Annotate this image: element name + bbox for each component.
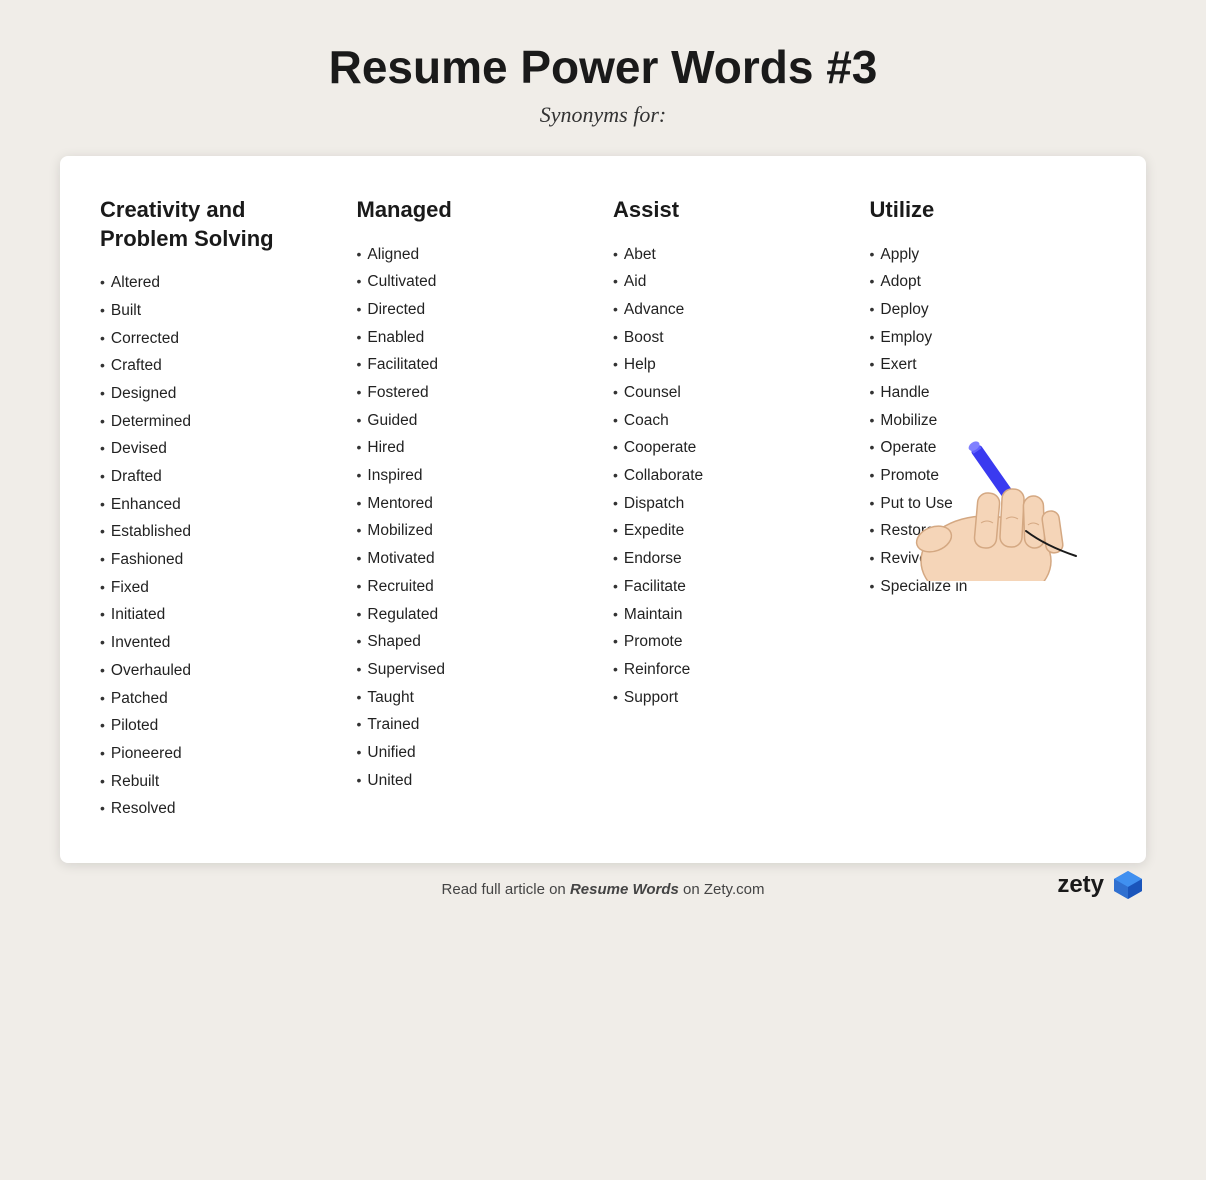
word-list-creativity: Altered Built Corrected Crafted Designed…: [100, 269, 337, 823]
list-item: Dispatch: [613, 490, 850, 518]
list-item: Collaborate: [613, 462, 850, 490]
word-list-managed: Aligned Cultivated Directed Enabled Faci…: [357, 241, 594, 795]
list-item: Cultivated: [357, 268, 594, 296]
list-item: Boost: [613, 324, 850, 352]
list-item: Advance: [613, 296, 850, 324]
list-item: Overhauled: [100, 657, 337, 685]
list-item: Resolved: [100, 795, 337, 823]
list-item: Invented: [100, 629, 337, 657]
list-item: Directed: [357, 296, 594, 324]
list-item: Guided: [357, 407, 594, 435]
list-item: Built: [100, 297, 337, 325]
list-item: Pioneered: [100, 740, 337, 768]
list-item: Aligned: [357, 241, 594, 269]
list-item: Support: [613, 684, 850, 712]
list-item: Abet: [613, 241, 850, 269]
list-item: Mobilized: [357, 517, 594, 545]
list-item: Initiated: [100, 601, 337, 629]
list-item: Supervised: [357, 656, 594, 684]
list-item: Facilitated: [357, 351, 594, 379]
content-card: Creativity andProblem Solving Altered Bu…: [60, 156, 1146, 863]
list-item: Employ: [870, 324, 1107, 352]
list-item: Rebuilt: [100, 768, 337, 796]
list-item: Recruited: [357, 573, 594, 601]
zety-logo: zety: [1057, 867, 1146, 903]
list-item: Trained: [357, 711, 594, 739]
list-item: Corrected: [100, 325, 337, 353]
list-item: Apply: [870, 241, 1107, 269]
col-header-creativity: Creativity andProblem Solving: [100, 196, 280, 253]
list-item: Patched: [100, 685, 337, 713]
word-list-assist: Abet Aid Advance Boost Help Counsel Coac…: [613, 241, 850, 712]
list-item: Expedite: [613, 517, 850, 545]
page-title: Resume Power Words #3: [329, 40, 878, 94]
column-managed: Managed Aligned Cultivated Directed Enab…: [357, 196, 614, 794]
col-header-utilize: Utilize: [870, 196, 1107, 225]
list-item: Cooperate: [613, 434, 850, 462]
column-utilize: Utilize Apply Adopt Deploy Employ Exert …: [870, 196, 1107, 601]
zety-text: zety: [1057, 871, 1104, 899]
page-subtitle: Synonyms for:: [540, 102, 666, 128]
list-item: Altered: [100, 269, 337, 297]
list-item: Promote: [613, 628, 850, 656]
list-item: Deploy: [870, 296, 1107, 324]
list-item: Facilitate: [613, 573, 850, 601]
list-item: Fostered: [357, 379, 594, 407]
list-item: Hired: [357, 434, 594, 462]
footer-text: Read full article on Resume Words on Zet…: [442, 881, 765, 898]
list-item: Crafted: [100, 352, 337, 380]
list-item: Endorse: [613, 545, 850, 573]
list-item: Inspired: [357, 462, 594, 490]
list-item: Exert: [870, 351, 1107, 379]
column-assist: Assist Abet Aid Advance Boost Help Couns…: [613, 196, 870, 711]
col-header-assist: Assist: [613, 196, 850, 225]
list-item: Adopt: [870, 268, 1107, 296]
list-item: Enabled: [357, 324, 594, 352]
zety-cube-icon: [1110, 867, 1146, 903]
list-item: Unified: [357, 739, 594, 767]
footer-bar: Read full article on Resume Words on Zet…: [60, 881, 1146, 898]
list-item: Established: [100, 518, 337, 546]
list-item: Reinforce: [613, 656, 850, 684]
hand-illustration: [866, 401, 1086, 581]
list-item: Maintain: [613, 601, 850, 629]
list-item: Fixed: [100, 574, 337, 602]
list-item: Devised: [100, 435, 337, 463]
list-item: Coach: [613, 407, 850, 435]
list-item: United: [357, 767, 594, 795]
list-item: Determined: [100, 408, 337, 436]
list-item: Taught: [357, 684, 594, 712]
list-item: Mentored: [357, 490, 594, 518]
column-creativity: Creativity andProblem Solving Altered Bu…: [100, 196, 357, 823]
list-item: Fashioned: [100, 546, 337, 574]
list-item: Designed: [100, 380, 337, 408]
col-header-managed: Managed: [357, 196, 594, 225]
list-item: Counsel: [613, 379, 850, 407]
list-item: Enhanced: [100, 491, 337, 519]
hand-pen-svg: [866, 401, 1086, 581]
list-item: Aid: [613, 268, 850, 296]
columns-container: Creativity andProblem Solving Altered Bu…: [100, 196, 1106, 823]
list-item: Help: [613, 351, 850, 379]
list-item: Drafted: [100, 463, 337, 491]
list-item: Piloted: [100, 712, 337, 740]
list-item: Motivated: [357, 545, 594, 573]
footer-link-text: Resume Words: [570, 881, 679, 898]
list-item: Regulated: [357, 601, 594, 629]
list-item: Shaped: [357, 628, 594, 656]
